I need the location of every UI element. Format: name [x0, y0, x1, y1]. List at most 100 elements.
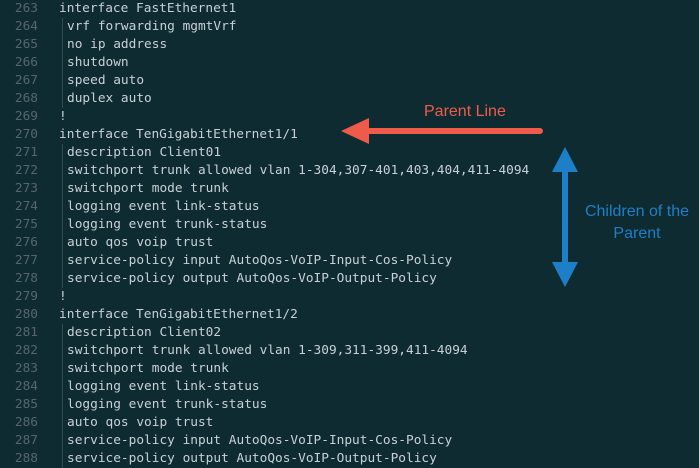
line-number: 276	[14, 235, 38, 250]
line-text: !	[59, 289, 67, 304]
line-text: interface TenGigabitEthernet1/1	[59, 127, 298, 142]
code-line[interactable]: 277 service-policy input AutoQos-VoIP-Inp…	[0, 252, 699, 270]
line-text: description Client01	[67, 145, 222, 160]
line-text: duplex auto	[67, 91, 152, 106]
code-line[interactable]: 265 no ip address	[0, 36, 699, 54]
line-text: vrf forwarding mgmtVrf	[67, 19, 237, 34]
indent-guide	[62, 144, 63, 162]
indent-guide	[62, 432, 63, 450]
code-line[interactable]: 263 interface FastEthernet1	[0, 0, 699, 18]
line-number: 273	[14, 181, 38, 196]
line-text: logging event trunk-status	[67, 217, 268, 232]
indent-guide	[62, 18, 63, 36]
line-text: speed auto	[67, 73, 145, 88]
code-line[interactable]: 273 switchport mode trunk	[0, 180, 699, 198]
line-text: switchport trunk allowed vlan 1-304,307-…	[67, 163, 530, 178]
line-text: service-policy output AutoQos-VoIP-Outpu…	[67, 271, 437, 286]
line-text: logging event link-status	[67, 199, 260, 214]
indent-guide	[62, 162, 63, 180]
line-number: 281	[14, 325, 38, 340]
code-line[interactable]: 282 switchport trunk allowed vlan 1-309,3…	[0, 342, 699, 360]
line-number: 288	[14, 451, 38, 466]
children-label-line-2: Parent	[613, 225, 661, 242]
line-number: 282	[14, 343, 38, 358]
line-number: 277	[14, 253, 38, 268]
line-text: shutdown	[67, 55, 129, 70]
code-line[interactable]: 269!	[0, 108, 699, 126]
line-text: interface TenGigabitEthernet1/2	[59, 307, 298, 322]
line-text: logging event link-status	[67, 379, 260, 394]
line-number: 279	[14, 289, 38, 304]
code-line[interactable]: 279!	[0, 288, 699, 306]
line-text: no ip address	[67, 37, 168, 52]
code-line[interactable]: 284 logging event link-status	[0, 378, 699, 396]
line-text: service-policy input AutoQos-VoIP-Input-…	[67, 433, 453, 448]
code-line[interactable]: 264 vrf forwarding mgmtVrf	[0, 18, 699, 36]
code-line[interactable]: 266 shutdown	[0, 54, 699, 72]
code-line[interactable]: 272 switchport trunk allowed vlan 1-304,3…	[0, 162, 699, 180]
indent-guide	[62, 180, 63, 198]
code-line[interactable]: 268 duplex auto	[0, 90, 699, 108]
line-number: 264	[14, 19, 38, 34]
indent-guide	[62, 234, 63, 252]
line-number: 284	[14, 379, 38, 394]
line-text: auto qos voip trust	[67, 415, 214, 430]
line-number: 268	[14, 91, 38, 106]
parent-line-label: Parent Line	[424, 103, 506, 120]
line-number: 285	[14, 397, 38, 412]
line-number: 271	[14, 145, 38, 160]
line-number: 287	[14, 433, 38, 448]
line-text: service-policy input AutoQos-VoIP-Input-…	[67, 253, 453, 268]
indent-guide	[62, 414, 63, 432]
code-line[interactable]: 287 service-policy input AutoQos-VoIP-Inp…	[0, 432, 699, 450]
code-line[interactable]: 280 interface TenGigabitEthernet1/2	[0, 306, 699, 324]
indent-guide	[62, 54, 63, 72]
code-line[interactable]: 288 service-policy output AutoQos-VoIP-Ou…	[0, 450, 699, 468]
code-line[interactable]: 267 speed auto	[0, 72, 699, 90]
indent-guide	[62, 342, 63, 360]
indent-guide	[62, 396, 63, 414]
line-text: interface FastEthernet1	[59, 1, 237, 16]
code-line[interactable]: 281 description Client02	[0, 324, 699, 342]
indent-guide	[62, 72, 63, 90]
line-number: 274	[14, 199, 38, 214]
line-number: 269	[14, 109, 38, 124]
line-number: 265	[14, 37, 38, 52]
code-line[interactable]: 270 interface TenGigabitEthernet1/1	[0, 126, 699, 144]
code-line[interactable]: 278 service-policy output AutoQos-VoIP-Ou…	[0, 270, 699, 288]
line-text: service-policy output AutoQos-VoIP-Outpu…	[67, 451, 437, 466]
line-number: 283	[14, 361, 38, 376]
line-number: 270	[14, 127, 38, 142]
code-line[interactable]: 283 switchport mode trunk	[0, 360, 699, 378]
line-number: 280	[14, 307, 38, 322]
indent-guide	[62, 450, 63, 468]
children-label: Children of the Parent	[570, 201, 699, 245]
line-text: switchport mode trunk	[67, 181, 229, 196]
line-number: 267	[14, 73, 38, 88]
line-text: switchport trunk allowed vlan 1-309,311-…	[67, 343, 468, 358]
indent-guide	[62, 378, 63, 396]
indent-guide	[62, 36, 63, 54]
indent-guide	[62, 360, 63, 378]
code-line[interactable]: 286 auto qos voip trust	[0, 414, 699, 432]
line-text: logging event trunk-status	[67, 397, 268, 412]
indent-guide	[62, 324, 63, 342]
indent-guide	[62, 252, 63, 270]
line-text: auto qos voip trust	[67, 235, 214, 250]
indent-guide	[62, 90, 63, 108]
line-text: description Client02	[67, 325, 222, 340]
indent-guide	[62, 198, 63, 216]
line-text: !	[59, 109, 67, 124]
line-text: switchport mode trunk	[67, 361, 229, 376]
indent-guide	[62, 270, 63, 288]
line-number: 275	[14, 217, 38, 232]
code-line[interactable]: 271 description Client01	[0, 144, 699, 162]
children-label-line-1: Children of the	[584, 203, 690, 220]
line-number: 286	[14, 415, 38, 430]
line-number: 263	[14, 1, 38, 16]
line-number: 272	[14, 163, 38, 178]
line-number: 278	[14, 271, 38, 286]
line-number: 266	[14, 55, 38, 70]
indent-guide	[62, 216, 63, 234]
code-line[interactable]: 285 logging event trunk-status	[0, 396, 699, 414]
